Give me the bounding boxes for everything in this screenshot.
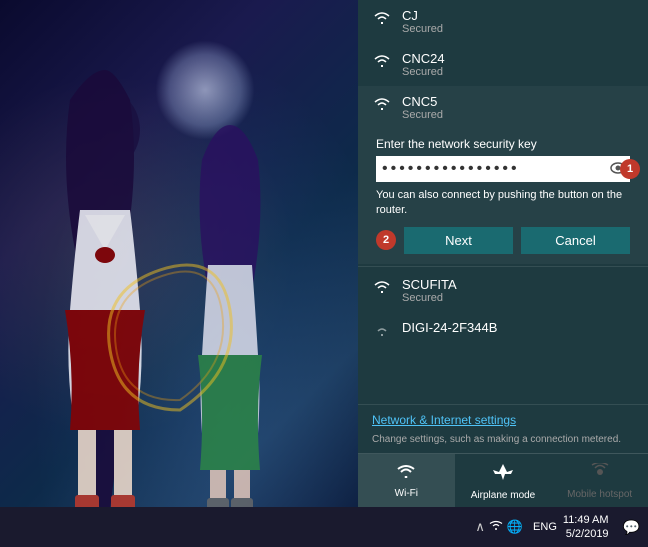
router-hint: You can also connect by pushing the butt… xyxy=(376,188,630,219)
globe-tray-icon[interactable]: 🌐 xyxy=(507,519,523,535)
taskbar-clock[interactable]: 11:49 AM 5/2/2019 xyxy=(563,513,609,542)
security-key-section: Enter the network security key 1 You can… xyxy=(372,137,634,258)
hotspot-tab-icon xyxy=(590,463,610,486)
tab-hotspot: Mobile hotspot xyxy=(551,454,648,510)
network-info-scufita: SCUFITA Secured xyxy=(402,277,457,304)
network-name-cnc24: CNC24 xyxy=(402,51,445,66)
network-info-digi: DIGI-24-2F344B xyxy=(402,320,497,335)
next-button[interactable]: Next xyxy=(404,227,513,254)
tab-hotspot-label: Mobile hotspot xyxy=(567,489,632,501)
energy-swirl xyxy=(80,230,280,430)
network-info-cnc5: CNC5 Secured xyxy=(402,94,443,121)
network-name-digi: DIGI-24-2F344B xyxy=(402,320,497,335)
panel-tabs: Wi-Fi Airplane mode Mobile hotspot xyxy=(358,453,648,510)
taskbar-time-display: 11:49 AM xyxy=(563,513,609,527)
tab-wifi[interactable]: Wi-Fi xyxy=(358,454,455,510)
wifi-panel: CJ Secured CNC24 Secured xyxy=(358,0,648,510)
wifi-tab-icon xyxy=(396,464,416,485)
tab-airplane[interactable]: Airplane mode xyxy=(455,454,552,510)
taskbar-right: ∧ 🌐 ENG 11:49 AM 5/2/2019 💬 xyxy=(475,513,648,542)
network-item-scufita[interactable]: SCUFITA Secured xyxy=(358,269,648,312)
divider-1 xyxy=(358,266,648,267)
network-name-scufita: SCUFITA xyxy=(402,277,457,292)
security-key-label: Enter the network security key xyxy=(376,137,630,151)
network-info-cnc24: CNC24 Secured xyxy=(402,51,445,78)
taskbar-system-icons: ∧ 🌐 xyxy=(475,519,523,535)
network-settings-link[interactable]: Network & Internet settings xyxy=(372,413,634,427)
tab-airplane-label: Airplane mode xyxy=(471,490,535,502)
badge-2: 2 xyxy=(376,230,396,250)
network-name-cj: CJ xyxy=(402,8,443,23)
system-tray-expand-icon[interactable]: ∧ xyxy=(475,519,485,535)
wifi-signal-icon-digi xyxy=(372,322,392,343)
network-status-cnc24: Secured xyxy=(402,66,445,78)
network-settings-desc: Change settings, such as making a connec… xyxy=(372,434,621,445)
airplane-tab-icon xyxy=(493,462,513,487)
cancel-button[interactable]: Cancel xyxy=(521,227,630,254)
network-status-scufita: Secured xyxy=(402,292,457,304)
network-settings: Network & Internet settings Change setti… xyxy=(358,404,648,453)
network-info-cj: CJ Secured xyxy=(402,8,443,35)
network-status-cnc5: Secured xyxy=(402,109,443,121)
wifi-signal-icon-cnc5 xyxy=(372,96,392,117)
cnc5-header: CNC5 Secured xyxy=(372,94,443,121)
taskbar: ∧ 🌐 ENG 11:49 AM 5/2/2019 💬 xyxy=(0,507,648,547)
network-item-cnc5: CNC5 Secured Enter the network security … xyxy=(358,86,648,264)
network-name-cnc5: CNC5 xyxy=(402,94,443,109)
language-indicator[interactable]: ENG xyxy=(533,521,557,533)
wifi-signal-icon-cnc24 xyxy=(372,53,392,74)
password-input[interactable] xyxy=(376,156,630,182)
network-item-cj[interactable]: CJ Secured xyxy=(358,0,648,43)
wifi-signal-icon-cj xyxy=(372,10,392,31)
wallpaper xyxy=(0,0,370,510)
network-tray-icon[interactable] xyxy=(489,520,503,535)
network-item-cnc24[interactable]: CNC24 Secured xyxy=(358,43,648,86)
badge-1: 1 xyxy=(620,159,640,179)
taskbar-date-display: 5/2/2019 xyxy=(566,527,609,541)
notification-center-icon[interactable]: 💬 xyxy=(623,519,640,536)
wifi-signal-icon-scufita xyxy=(372,279,392,300)
action-buttons: 2 Next Cancel xyxy=(376,227,630,254)
network-item-digi[interactable]: DIGI-24-2F344B xyxy=(358,312,648,351)
tab-wifi-label: Wi-Fi xyxy=(395,488,418,500)
network-status-cj: Secured xyxy=(402,23,443,35)
password-input-wrap: 1 xyxy=(376,156,630,182)
